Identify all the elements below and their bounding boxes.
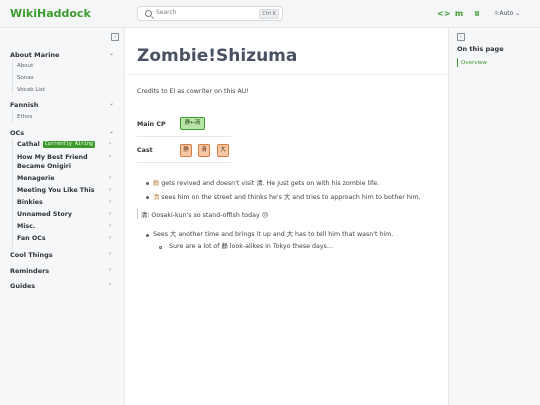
bullet-dot [146, 182, 149, 185]
toc-active-bar [457, 58, 458, 67]
sidebar-guide-line [12, 61, 13, 94]
sidebar-item-fan-ocs[interactable]: Fan OCs [17, 234, 46, 243]
main-cp-label: Main CP [137, 121, 166, 128]
theme-label: Auto [499, 10, 514, 17]
cast-tag: 清 [198, 144, 210, 157]
list-item: 静 gets revived and doesn't visit 清. He j… [153, 179, 379, 188]
title-divider [126, 74, 447, 75]
collapse-toc-button[interactable]: › [457, 33, 465, 41]
search-placeholder: Search [156, 9, 177, 16]
top-header: WikiHaddock Search Ctrl K <> m ʬ ☼Auto ⌄ [0, 0, 540, 28]
table-divider [137, 162, 231, 163]
sidebar-section-guides[interactable]: Guides [10, 282, 35, 290]
right-toc: › On this page Overview [448, 28, 540, 405]
quote-bar [137, 209, 138, 219]
sidebar-item-label-line2: Became Onigiri [17, 163, 72, 170]
sidebar-item-ethos[interactable]: Ethos [17, 114, 32, 120]
sidebar-item-sonas[interactable]: Sonas [17, 75, 34, 81]
main-content: Zombie!Shizuma Credits to El as cowriter… [126, 28, 447, 405]
sidebar-item-label: Cathal [17, 141, 40, 148]
bullet-dot [146, 234, 149, 237]
chevron-down-icon[interactable]: ⌄ [109, 100, 114, 107]
collapse-sidebar-button[interactable]: ‹ [111, 33, 119, 41]
cast-tag: 静 [180, 144, 192, 157]
sidebar-item-unnamed-story[interactable]: Unnamed Story [17, 210, 72, 219]
sidebar-section-about-marine[interactable]: About Marine [10, 51, 59, 59]
sidebar-item-how-my-best-friend[interactable]: How My Best Friend Became Onigiri [17, 153, 88, 171]
chevron-right-icon[interactable]: › [109, 186, 111, 193]
chevron-right-icon[interactable]: › [109, 210, 111, 217]
list-item-text: gets revived and doesn't visit 清. He jus… [159, 180, 380, 187]
credits-text: Credits to El as cowriter on this AU! [137, 88, 249, 95]
page-title: Zombie!Shizuma [137, 46, 298, 66]
bullet-dot [146, 196, 149, 199]
sub-bullet-ring [159, 246, 162, 249]
toc-title: On this page [457, 45, 504, 53]
list-item: Sees 大 another time and brings it up and… [153, 231, 394, 238]
chevron-right-icon[interactable]: › [109, 266, 111, 273]
list-item: 清 sees him on the street and thinks he's… [153, 193, 421, 202]
sidebar-item-meeting-you[interactable]: Meeting You Like This [17, 186, 94, 195]
search-input[interactable]: Search Ctrl K [137, 6, 283, 21]
chevron-right-icon[interactable]: › [109, 198, 111, 205]
chevron-right-icon[interactable]: › [109, 222, 111, 229]
list-item-text: sees him on the street and thinks he's 大… [159, 194, 421, 201]
chevron-right-icon[interactable]: › [109, 153, 111, 160]
cast-tag: 大 [217, 144, 229, 157]
sidebar-item-cathal[interactable]: Cathal Currently Airing [17, 140, 95, 149]
sidebar-guide-line [12, 138, 13, 247]
sidebar-guide-line [12, 111, 13, 122]
left-sidebar: ‹ About Marine ⌄ About Sonas Vocab List … [0, 28, 125, 405]
chevron-down-icon: ⌄ [513, 10, 521, 17]
butterfly-icon[interactable]: ʬ [472, 9, 482, 19]
chevron-right-icon[interactable]: › [109, 250, 111, 257]
toc-item-overview[interactable]: Overview [461, 60, 487, 66]
chevron-down-icon[interactable]: ⌄ [109, 128, 114, 135]
sidebar-item-menagerie[interactable]: Menagerie [17, 174, 55, 183]
sidebar-item-misc[interactable]: Misc. [17, 222, 35, 231]
sidebar-section-ocs[interactable]: OCs [10, 129, 24, 137]
chevron-right-icon[interactable]: › [109, 140, 111, 147]
mastodon-icon[interactable]: m [454, 9, 464, 19]
search-icon [145, 10, 152, 17]
sidebar-item-about[interactable]: About [17, 63, 33, 69]
table-divider [137, 136, 231, 137]
sub-list-item: Sure are a lot of 静 look-alikes in Tokyo… [169, 243, 333, 250]
site-logo[interactable]: WikiHaddock [10, 7, 91, 20]
sidebar-section-cool-things[interactable]: Cool Things [10, 251, 53, 259]
sidebar-item-binkies[interactable]: Binkies [17, 198, 43, 207]
main-cp-tag: 静←清 [180, 117, 205, 130]
chevron-right-icon[interactable]: › [109, 174, 111, 181]
chevron-right-icon[interactable]: › [109, 281, 111, 288]
search-shortcut: Ctrl K [259, 9, 279, 19]
cast-label: Cast [137, 147, 153, 154]
chevron-right-icon[interactable]: › [109, 234, 111, 241]
theme-toggle[interactable]: ☼Auto ⌄ [494, 9, 520, 19]
sidebar-item-vocab-list[interactable]: Vocab List [17, 87, 45, 93]
quote-text: 清: Oosaki-kun's so stand-offish today 😒 [141, 212, 269, 219]
sidebar-section-fannish[interactable]: Fannish [10, 101, 38, 109]
sidebar-section-reminders[interactable]: Reminders [10, 267, 49, 275]
chevron-down-icon[interactable]: ⌄ [109, 50, 114, 57]
sidebar-item-label-line1: How My Best Friend [17, 154, 88, 161]
code-icon[interactable]: <> [437, 9, 450, 19]
status-badge: Currently Airing [42, 141, 95, 148]
